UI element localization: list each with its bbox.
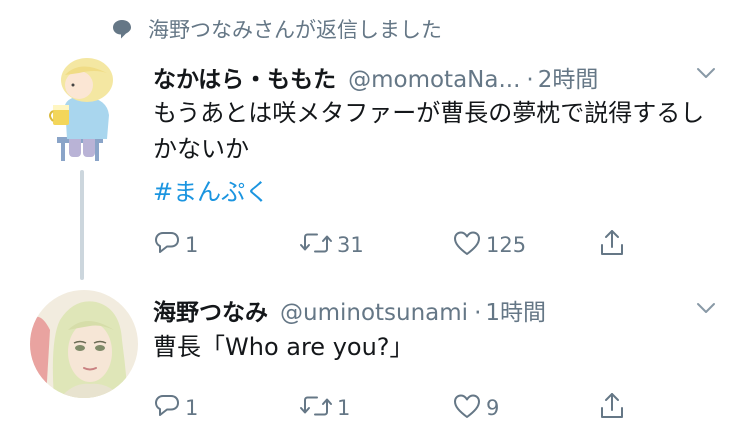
timestamp[interactable]: 2時間 [538,60,599,94]
reply-button[interactable]: 1 [153,391,198,425]
reply-button[interactable]: 1 [153,228,198,262]
reply-context-text: 海野つなみさんが返信しました [148,18,442,42]
retweet-button[interactable]: 31 [299,228,364,262]
reply-count: 1 [185,233,199,257]
like-count: 125 [486,233,527,257]
thread-connector-line [80,170,84,280]
like-button[interactable]: 9 [452,391,499,425]
speech-bubble-icon [110,17,134,41]
tweet-header: なかはら・ももた @momotaNa... · 2時間 [153,60,598,94]
reply-icon [153,229,181,261]
share-button[interactable] [598,228,626,262]
avatar[interactable] [30,290,138,398]
reply-icon [153,392,181,424]
retweet-button[interactable]: 1 [299,391,350,425]
display-name[interactable]: 海野つなみ [153,293,268,327]
heart-icon [452,229,482,261]
timestamp[interactable]: 1時間 [485,293,546,327]
tweet-text: 曹長「Who are you?」 [153,333,414,361]
reply-count: 1 [185,396,199,420]
separator-dot: · [474,300,482,326]
display-name[interactable]: なかはら・ももた [153,60,336,94]
retweet-count: 1 [337,396,351,420]
like-count: 9 [486,396,500,420]
hashtag-link[interactable]: #まんぷく [153,172,269,207]
like-button[interactable]: 125 [452,228,526,262]
tweet-actions: 1 31 125 [153,228,653,262]
share-icon [598,391,626,425]
chevron-down-icon[interactable] [693,60,719,86]
share-icon [598,228,626,262]
retweet-icon [299,392,333,424]
user-handle[interactable]: @uminotsunami [280,300,468,326]
separator-dot: · [526,67,534,93]
retweet-count: 31 [337,233,364,257]
user-handle[interactable]: @momotaNa... [348,67,520,93]
reply-context-bar[interactable]: 海野つなみさんが返信しました [110,14,442,44]
tweet-text: もうあとは咲メタファーが曹長の夢枕で説得するしかないか [153,99,705,163]
chevron-down-icon[interactable] [693,295,719,321]
retweet-icon [299,229,333,261]
tweet-actions: 1 1 9 [153,391,653,425]
heart-icon [452,392,482,424]
avatar[interactable] [35,55,135,163]
tweet-header: 海野つなみ @uminotsunami · 1時間 [153,293,546,327]
share-button[interactable] [598,391,626,425]
